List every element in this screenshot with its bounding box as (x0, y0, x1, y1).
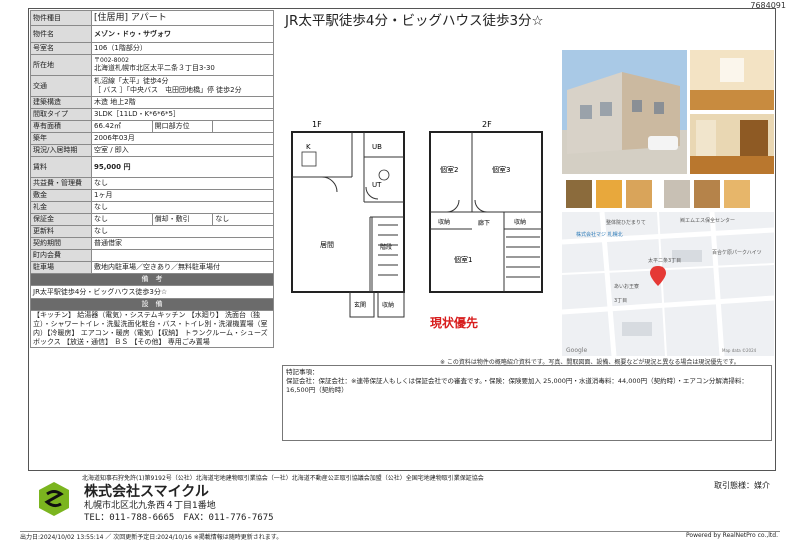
room-label: 居間 (320, 241, 334, 249)
interior-photo[interactable] (690, 114, 774, 174)
postal-code: 〒002-8002 (94, 57, 129, 64)
spec-value: なし (91, 177, 274, 190)
room-label: 収納 (438, 218, 450, 226)
spec-key: 建築構造 (30, 96, 92, 109)
address-value: 〒002-8002 北海道札幌市北区太平二条３丁目3-30 (91, 54, 274, 76)
map-copyright: Map data ©2024 (722, 348, 757, 353)
map-label: ㈱エムエス保全センター (680, 217, 735, 224)
company-contact: TEL：011-788-6665 FAX：011-776-7675 (84, 513, 274, 523)
spec-value: 敷地内駐車場／空きあり／無料駐車場付 (91, 261, 274, 274)
footer-divider (28, 470, 774, 471)
spec-key: 共益費・管理費 (30, 177, 92, 190)
thumbnail-photo[interactable] (566, 180, 592, 208)
spec-key: 号室名 (30, 42, 92, 55)
headline: JR太平駅徒歩4分・ビッグハウス徒歩3分☆ (285, 13, 544, 29)
spec-value: 2006年03月 (91, 132, 274, 145)
equipment-header: 設 備 (30, 298, 274, 311)
spec-key: 敷金 (30, 189, 92, 202)
remarks-header: 備 考 (30, 273, 274, 286)
spec-key: 礼金 (30, 201, 92, 214)
as-is-stamp: 現状優先 (430, 315, 478, 330)
address: 北海道札幌市北区太平二条３丁目3-30 (94, 64, 215, 72)
property-name: メゾン・ドゥ・サヴォワ (91, 25, 274, 43)
spec-value (91, 249, 274, 262)
spec-key: 償却・敷引 (151, 213, 214, 226)
spec-key: 現況/入居時期 (30, 144, 92, 157)
room-label: 個室2 (440, 165, 458, 174)
thumbnail-photo[interactable] (724, 180, 750, 208)
spec-key: 間取タイプ (30, 108, 92, 121)
spec-value: なし (91, 201, 274, 214)
spec-value: 1ヶ月 (91, 189, 274, 202)
spec-value: 3LDK［11LD・K*6*6*5］ (91, 108, 274, 121)
thumbnail-photo[interactable] (626, 180, 652, 208)
spec-value: なし (91, 213, 153, 226)
map-label: 株式会社マジ 札幌北 (576, 231, 623, 238)
map-label: 百合ケ原パークハイツ (712, 249, 762, 256)
spec-key: 保証金 (30, 213, 92, 226)
spec-key: 開口部方位 (151, 120, 214, 133)
room-label: 個室3 (492, 165, 510, 174)
room-label: 個室1 (454, 255, 472, 264)
transaction-type: 取引態様：媒介 (714, 481, 770, 490)
powered-by: Powered by RealNetPro co.,ltd. (686, 532, 778, 539)
spec-key: 契約期間 (30, 237, 92, 250)
map-label: 3丁目 (614, 298, 627, 304)
interior-photo[interactable] (690, 50, 774, 110)
location-map[interactable]: 整体院ひだまりて 株式会社マジ 札幌北 ㈱エムエス保全センター 百合ケ原パークハ… (562, 212, 774, 356)
map-label: あいお王寮 (614, 283, 639, 290)
map-label: 太平二条3丁目 (648, 257, 681, 264)
map-attribution: Google (566, 347, 587, 354)
spec-key: 更新料 (30, 225, 92, 238)
room-label: 収納 (514, 218, 526, 226)
floor1-outline (291, 131, 405, 293)
room-label: 収納 (382, 301, 394, 309)
access-line: ［ バス ］「中央バス 屯田団地橋」停 徒歩2分 (94, 86, 242, 94)
spec-key: 町内会費 (30, 249, 92, 262)
thumbnail-photo[interactable] (694, 180, 720, 208)
remarks-text: JR太平駅徒歩4分・ビッグハウス徒歩3分☆ (30, 285, 274, 299)
spec-value: 普通借家 (91, 237, 274, 250)
company-logo-icon (39, 482, 69, 516)
spec-key: 所在地 (30, 54, 92, 76)
spec-value (212, 120, 274, 133)
access-value: 札沼線「太平」徒歩4分 ［ バス ］「中央バス 屯田団地橋」停 徒歩2分 (91, 75, 274, 97)
spec-key: 専有面積 (30, 120, 92, 133)
spec-value: 66.42㎡ (91, 120, 153, 133)
spec-key: 交通 (30, 75, 92, 97)
spec-key: 駐車場 (30, 261, 92, 274)
rent-value: 95,000 円 (91, 156, 274, 178)
room-label: UB (372, 143, 382, 151)
room-label: 階段 (380, 243, 392, 251)
spec-table: 物件種目 [住居用] アパート 物件名 メゾン・ドゥ・サヴォワ 号室名 106（1階部… (30, 10, 274, 348)
equipment-text: 【キッチン】 給湯器（電気）・システムキッチン 【水廻り】 洗面台（独立）・シャ… (30, 310, 274, 348)
room-label: 玄関 (354, 301, 366, 309)
floor2-label: 2F (482, 120, 492, 129)
spec-value: 木造 地上2階 (91, 96, 274, 109)
spec-key: 物件名 (30, 25, 92, 43)
spec-value: [住居用] アパート (91, 10, 274, 26)
spec-value: 空室 / 即入 (91, 144, 274, 157)
notes-text: 保証会社：保証会社：※連帯保証人もしくは保証会社での審査です。・保険：保険要加入… (286, 377, 748, 394)
spec-value: なし (212, 213, 274, 226)
spec-value: なし (91, 225, 274, 238)
building-photo[interactable] (562, 50, 687, 174)
special-notes: 特記事項： 保証会社：保証会社：※連帯保証人もしくは保証会社での審査です。・保険… (282, 365, 772, 441)
room-label: 廊下 (478, 219, 490, 227)
thumbnail-photo[interactable] (664, 180, 690, 208)
room-label: UT (372, 181, 382, 189)
floor-plan: 1F 2F K UB UT 居間 階段 玄関 収納 個室2 個室3 収納 廊下 … (282, 77, 552, 357)
spec-key: 物件種目 (30, 10, 92, 26)
spec-key: 賃料 (30, 156, 92, 178)
map-label: 整体院ひだまりて (606, 219, 646, 226)
floor1-label: 1F (312, 120, 322, 129)
room-label: K (306, 143, 311, 151)
notes-title: 特記事項： (286, 368, 319, 376)
spec-key: 築年 (30, 132, 92, 145)
access-line: 札沼線「太平」徒歩4分 (94, 77, 169, 85)
spec-value: 106（1階部分） (91, 42, 274, 55)
thumbnail-photo[interactable] (596, 180, 622, 208)
